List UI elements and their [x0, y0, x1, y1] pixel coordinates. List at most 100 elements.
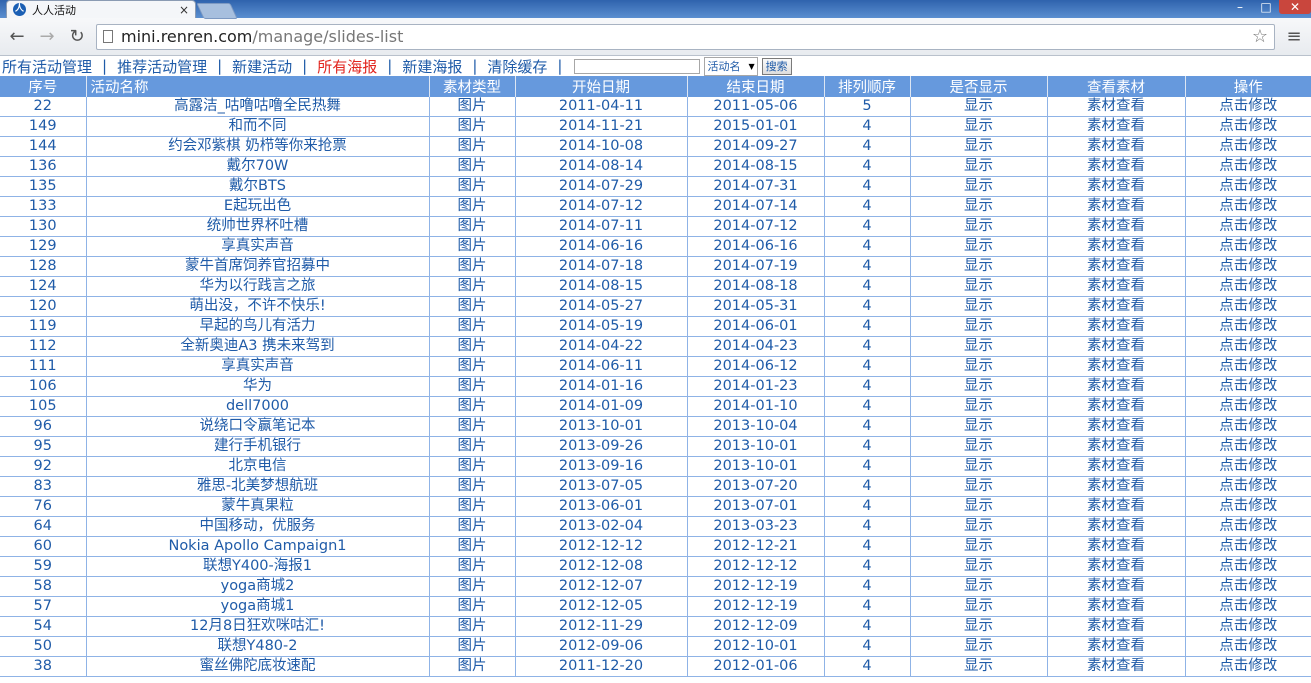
cell-edit-link[interactable]: 点击修改	[1185, 416, 1311, 437]
cell-visible-toggle[interactable]: 显示	[910, 596, 1048, 617]
cell-edit-link[interactable]: 点击修改	[1185, 97, 1311, 117]
cell-edit-link[interactable]: 点击修改	[1185, 436, 1311, 457]
cell-visible-toggle[interactable]: 显示	[910, 376, 1048, 397]
arrow-right-icon[interactable]: →	[36, 26, 58, 48]
cell-edit-link[interactable]: 点击修改	[1185, 396, 1311, 417]
cell-view-material-link[interactable]: 素材查看	[1047, 136, 1186, 157]
cell-visible-toggle[interactable]: 显示	[910, 116, 1048, 137]
cell-visible-toggle[interactable]: 显示	[910, 476, 1048, 497]
star-icon[interactable]: ☆	[1252, 26, 1268, 47]
cell-edit-link[interactable]: 点击修改	[1185, 316, 1311, 337]
cell-visible-toggle[interactable]: 显示	[910, 436, 1048, 457]
cell-edit-link[interactable]: 点击修改	[1185, 216, 1311, 237]
cell-view-material-link[interactable]: 素材查看	[1047, 396, 1186, 417]
cell-visible-toggle[interactable]: 显示	[910, 516, 1048, 537]
cell-view-material-link[interactable]: 素材查看	[1047, 636, 1186, 657]
cell-visible-toggle[interactable]: 显示	[910, 456, 1048, 477]
cell-visible-toggle[interactable]: 显示	[910, 396, 1048, 417]
cell-view-material-link[interactable]: 素材查看	[1047, 276, 1186, 297]
cell-edit-link[interactable]: 点击修改	[1185, 496, 1311, 517]
cell-view-material-link[interactable]: 素材查看	[1047, 97, 1186, 117]
cell-view-material-link[interactable]: 素材查看	[1047, 296, 1186, 317]
cell-view-material-link[interactable]: 素材查看	[1047, 156, 1186, 177]
nav-new-poster[interactable]: 新建海报	[402, 56, 462, 77]
cell-visible-toggle[interactable]: 显示	[910, 256, 1048, 277]
cell-edit-link[interactable]: 点击修改	[1185, 156, 1311, 177]
cell-view-material-link[interactable]: 素材查看	[1047, 316, 1186, 337]
nav-clear-cache[interactable]: 清除缓存	[487, 56, 547, 77]
cell-edit-link[interactable]: 点击修改	[1185, 236, 1311, 257]
cell-edit-link[interactable]: 点击修改	[1185, 636, 1311, 657]
cell-visible-toggle[interactable]: 显示	[910, 196, 1048, 217]
cell-visible-toggle[interactable]: 显示	[910, 156, 1048, 177]
cell-view-material-link[interactable]: 素材查看	[1047, 256, 1186, 277]
maximize-icon[interactable]: □	[1253, 0, 1279, 14]
cell-visible-toggle[interactable]: 显示	[910, 416, 1048, 437]
cell-visible-toggle[interactable]: 显示	[910, 536, 1048, 557]
cell-edit-link[interactable]: 点击修改	[1185, 376, 1311, 397]
cell-visible-toggle[interactable]: 显示	[910, 216, 1048, 237]
cell-visible-toggle[interactable]: 显示	[910, 316, 1048, 337]
cell-view-material-link[interactable]: 素材查看	[1047, 476, 1186, 497]
cell-visible-toggle[interactable]: 显示	[910, 616, 1048, 637]
cell-visible-toggle[interactable]: 显示	[910, 136, 1048, 157]
cell-visible-toggle[interactable]: 显示	[910, 336, 1048, 357]
new-tab-button[interactable]	[196, 3, 238, 19]
cell-visible-toggle[interactable]: 显示	[910, 97, 1048, 117]
cell-visible-toggle[interactable]: 显示	[910, 636, 1048, 657]
cell-edit-link[interactable]: 点击修改	[1185, 196, 1311, 217]
nav-recommended-activities[interactable]: 推荐活动管理	[117, 56, 207, 77]
cell-view-material-link[interactable]: 素材查看	[1047, 656, 1186, 677]
cell-edit-link[interactable]: 点击修改	[1185, 176, 1311, 197]
cell-view-material-link[interactable]: 素材查看	[1047, 216, 1186, 237]
cell-edit-link[interactable]: 点击修改	[1185, 576, 1311, 597]
window-close-icon[interactable]: ✕	[1279, 0, 1311, 14]
cell-view-material-link[interactable]: 素材查看	[1047, 556, 1186, 577]
cell-view-material-link[interactable]: 素材查看	[1047, 196, 1186, 217]
cell-view-material-link[interactable]: 素材查看	[1047, 456, 1186, 477]
cell-view-material-link[interactable]: 素材查看	[1047, 236, 1186, 257]
close-icon[interactable]: ×	[179, 3, 189, 17]
cell-edit-link[interactable]: 点击修改	[1185, 476, 1311, 497]
cell-view-material-link[interactable]: 素材查看	[1047, 496, 1186, 517]
cell-view-material-link[interactable]: 素材查看	[1047, 436, 1186, 457]
cell-view-material-link[interactable]: 素材查看	[1047, 416, 1186, 437]
cell-edit-link[interactable]: 点击修改	[1185, 616, 1311, 637]
cell-visible-toggle[interactable]: 显示	[910, 356, 1048, 377]
search-field-select[interactable]: 活动名 ▼	[704, 56, 758, 76]
cell-view-material-link[interactable]: 素材查看	[1047, 356, 1186, 377]
minimize-icon[interactable]: –	[1227, 0, 1253, 14]
cell-visible-toggle[interactable]: 显示	[910, 576, 1048, 597]
cell-edit-link[interactable]: 点击修改	[1185, 656, 1311, 677]
cell-edit-link[interactable]: 点击修改	[1185, 596, 1311, 617]
cell-edit-link[interactable]: 点击修改	[1185, 276, 1311, 297]
cell-view-material-link[interactable]: 素材查看	[1047, 516, 1186, 537]
cell-visible-toggle[interactable]: 显示	[910, 496, 1048, 517]
cell-visible-toggle[interactable]: 显示	[910, 296, 1048, 317]
cell-edit-link[interactable]: 点击修改	[1185, 556, 1311, 577]
search-input[interactable]	[574, 58, 701, 74]
cell-visible-toggle[interactable]: 显示	[910, 656, 1048, 677]
nav-all-activities[interactable]: 所有活动管理	[2, 56, 92, 77]
cell-edit-link[interactable]: 点击修改	[1185, 136, 1311, 157]
search-button[interactable]: 搜索	[761, 57, 792, 75]
cell-view-material-link[interactable]: 素材查看	[1047, 116, 1186, 137]
cell-view-material-link[interactable]: 素材查看	[1047, 336, 1186, 357]
browser-tab[interactable]: 人 人人活动 ×	[6, 0, 196, 18]
cell-edit-link[interactable]: 点击修改	[1185, 296, 1311, 317]
cell-edit-link[interactable]: 点击修改	[1185, 336, 1311, 357]
cell-edit-link[interactable]: 点击修改	[1185, 456, 1311, 477]
reload-icon[interactable]: ↻	[66, 26, 88, 48]
cell-edit-link[interactable]: 点击修改	[1185, 256, 1311, 277]
wrench-menu-icon[interactable]: ≡	[1283, 26, 1305, 47]
cell-edit-link[interactable]: 点击修改	[1185, 116, 1311, 137]
cell-view-material-link[interactable]: 素材查看	[1047, 616, 1186, 637]
cell-view-material-link[interactable]: 素材查看	[1047, 596, 1186, 617]
cell-view-material-link[interactable]: 素材查看	[1047, 576, 1186, 597]
nav-new-activity[interactable]: 新建活动	[232, 56, 292, 77]
nav-all-posters[interactable]: 所有海报	[317, 56, 377, 77]
cell-view-material-link[interactable]: 素材查看	[1047, 536, 1186, 557]
cell-visible-toggle[interactable]: 显示	[910, 556, 1048, 577]
arrow-left-icon[interactable]: ←	[6, 26, 28, 48]
cell-visible-toggle[interactable]: 显示	[910, 236, 1048, 257]
